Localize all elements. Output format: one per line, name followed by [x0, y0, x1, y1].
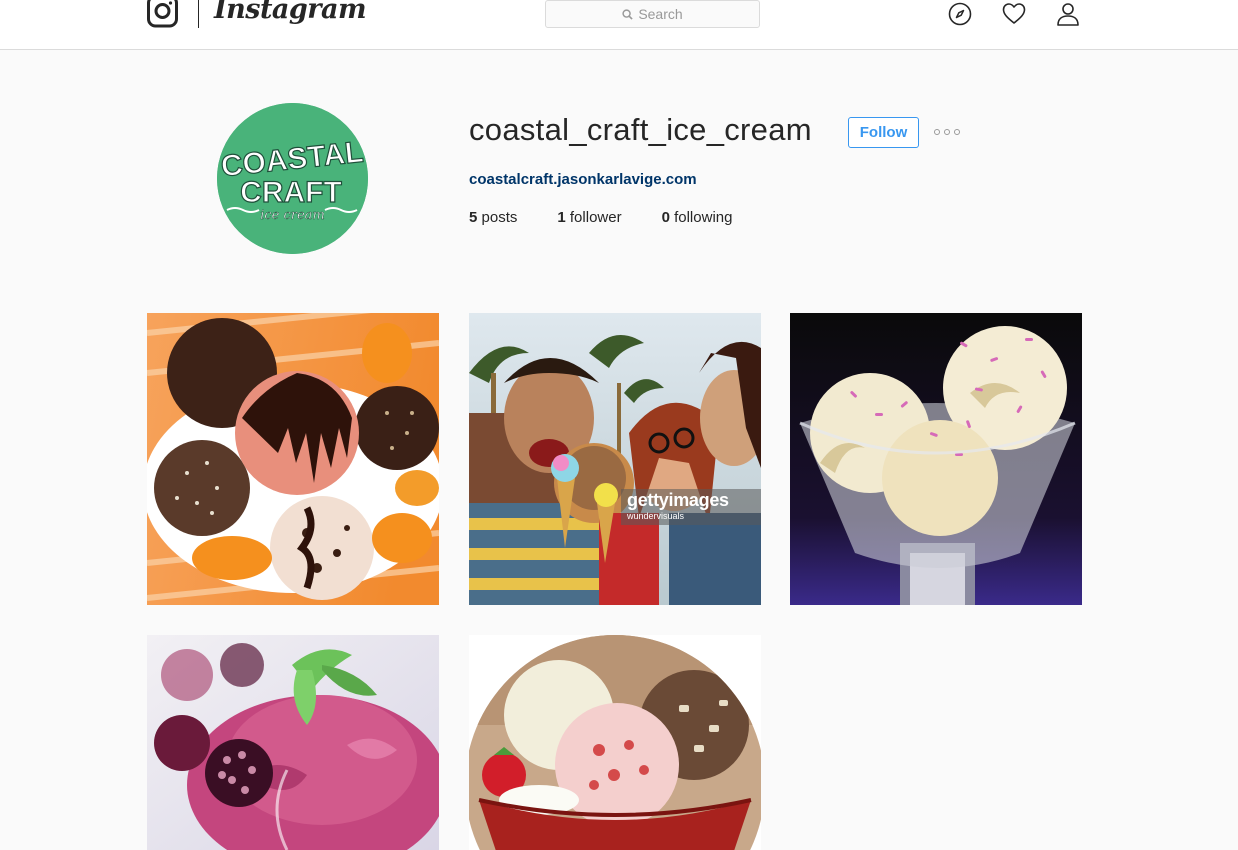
- avatar-line2: CRAFT: [240, 176, 342, 209]
- search-icon: [622, 8, 633, 20]
- more-dot: [934, 129, 940, 135]
- following-label: following: [674, 209, 733, 226]
- followers-count: 1: [557, 209, 566, 226]
- activity-heart-icon[interactable]: [1002, 2, 1026, 26]
- nav-divider: [198, 0, 199, 28]
- getty-watermark: gettyimages wundervisuals: [621, 489, 761, 525]
- top-navigation: Instagram Search: [0, 0, 1238, 50]
- stat-posts: 5 posts: [469, 209, 517, 226]
- more-options-icon[interactable]: [934, 126, 960, 138]
- stat-following[interactable]: 0 following: [662, 209, 733, 226]
- more-dot: [944, 129, 950, 135]
- profile-stats: 5 posts 1 follower 0 following: [469, 209, 772, 226]
- post-image-friends-cones: [469, 313, 761, 605]
- posts-label: posts: [481, 209, 518, 226]
- search-input[interactable]: Search: [545, 0, 760, 28]
- instagram-logo-icon[interactable]: [147, 0, 178, 28]
- following-count: 0: [661, 209, 670, 226]
- post-thumbnail[interactable]: [147, 313, 439, 605]
- post-thumbnail[interactable]: [147, 635, 439, 850]
- profile-avatar[interactable]: COASTAL CRAFT ice cream: [217, 103, 368, 254]
- post-image-chocolate-scoops: [147, 313, 439, 605]
- avatar-line3: ice cream: [260, 208, 325, 223]
- explore-compass-icon[interactable]: [948, 2, 972, 26]
- followers-label: follower: [569, 209, 622, 226]
- watermark-brand: gettyimages: [627, 490, 729, 510]
- post-image-berry-sorbet: [147, 635, 439, 850]
- stat-followers[interactable]: 1 follower: [557, 209, 621, 226]
- follow-button[interactable]: Follow: [848, 117, 919, 148]
- post-image-vanilla-sprinkles: [790, 313, 1082, 605]
- more-dot: [954, 129, 960, 135]
- post-thumbnail[interactable]: [790, 313, 1082, 605]
- post-thumbnail[interactable]: [469, 635, 761, 850]
- profile-user-icon[interactable]: [1056, 2, 1080, 26]
- coastal-craft-logo: COASTAL CRAFT ice cream: [217, 103, 368, 254]
- post-image-three-scoops-bowl: [469, 635, 761, 850]
- watermark-credit: wundervisuals: [627, 511, 685, 521]
- profile-website-link[interactable]: coastalcraft.jasonkarlavige.com: [469, 171, 697, 188]
- instagram-wordmark[interactable]: Instagram: [214, 0, 367, 25]
- profile-username: coastal_craft_ice_cream: [469, 112, 812, 147]
- posts-count: 5: [469, 209, 478, 226]
- post-thumbnail[interactable]: gettyimages wundervisuals: [469, 313, 761, 605]
- search-placeholder: Search: [638, 6, 683, 22]
